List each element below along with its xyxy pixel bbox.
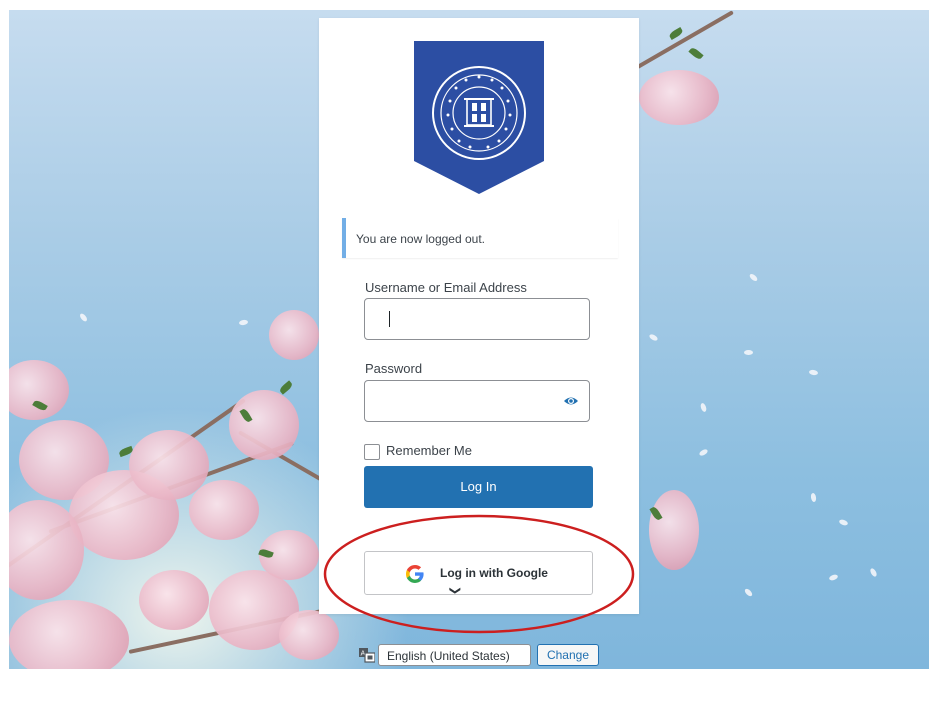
- notice-message: You are now logged out.: [356, 232, 485, 246]
- translation-icon: A: [359, 648, 375, 663]
- remember-me[interactable]: Remember Me: [364, 443, 484, 461]
- change-language-button[interactable]: Change: [537, 644, 599, 666]
- google-g-icon: [406, 565, 424, 583]
- text-caret: [389, 311, 390, 327]
- university-library-logo: [414, 41, 544, 194]
- chevron-down-icon: ❯: [449, 586, 461, 596]
- username-input[interactable]: [364, 298, 590, 340]
- language-select[interactable]: English (United States) ❯: [378, 586, 531, 666]
- login-button[interactable]: Log In: [364, 466, 593, 508]
- password-input[interactable]: [364, 380, 590, 422]
- eye-icon[interactable]: [563, 394, 579, 408]
- logged-out-notice: You are now logged out.: [342, 218, 618, 258]
- google-login-button[interactable]: Log in with Google: [364, 551, 593, 595]
- username-label: Username or Email Address: [365, 280, 527, 295]
- remember-me-checkbox[interactable]: [364, 444, 380, 460]
- google-login-label: Log in with Google: [440, 566, 548, 580]
- login-card: You are now logged out. Username or Emai…: [319, 18, 639, 614]
- remember-me-label: Remember Me: [386, 443, 472, 458]
- password-label: Password: [365, 361, 423, 376]
